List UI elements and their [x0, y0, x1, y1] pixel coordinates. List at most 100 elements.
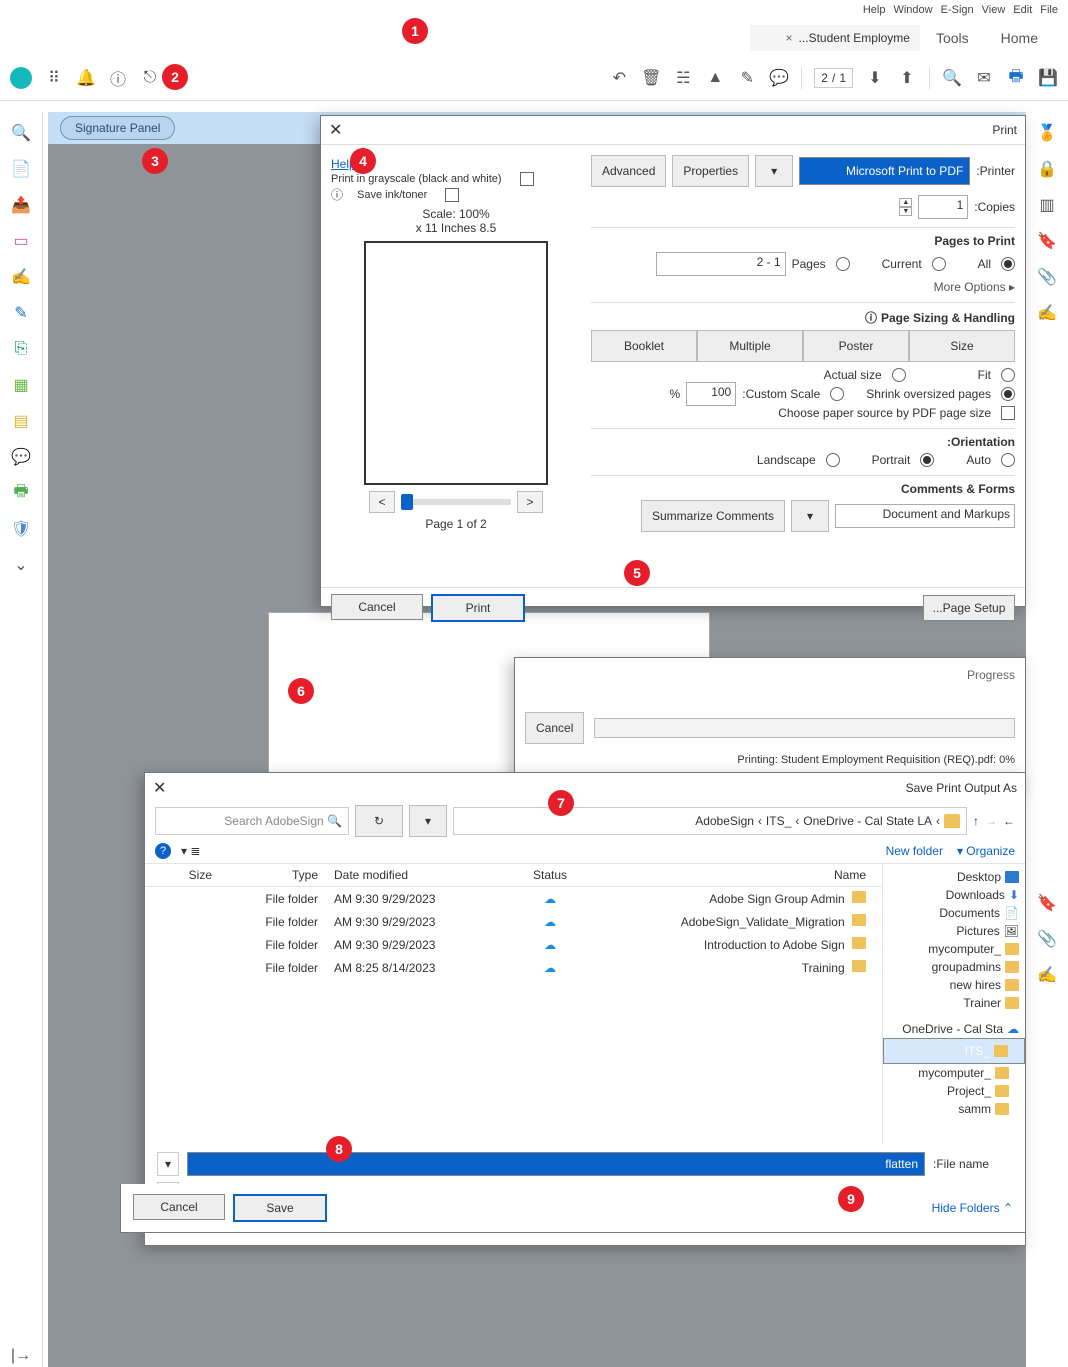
info-icon[interactable]: ⓘ [108, 68, 128, 88]
lock-icon[interactable]: 🔒 [1036, 158, 1058, 180]
print-icon[interactable]: 🖶 [1006, 68, 1026, 88]
summarize-button[interactable]: Summarize Comments [641, 500, 785, 532]
fillsign-icon[interactable]: ✎ [10, 302, 32, 324]
comments-dropdown-icon[interactable]: ▾ [791, 500, 829, 532]
nav-up-icon[interactable]: ↑ [973, 814, 979, 828]
crumb-1[interactable]: _ITS [766, 814, 791, 828]
avatar[interactable] [10, 67, 32, 89]
organize-icon[interactable]: ⎘ [10, 338, 32, 360]
filename-input[interactable]: flatten [187, 1152, 925, 1176]
grayscale-checkbox[interactable] [520, 172, 534, 186]
comments-select[interactable]: Document and Markups [835, 504, 1015, 528]
tree-documents[interactable]: 📄Documents [883, 904, 1025, 922]
seg-size-button[interactable]: Size [909, 330, 1015, 362]
print-button[interactable]: Print [431, 594, 525, 622]
custom-scale-input[interactable]: 100 [686, 382, 736, 406]
attachment2-icon[interactable]: 📎 [1036, 928, 1058, 950]
pages-range-input[interactable]: 1 - 2 [656, 252, 786, 276]
menu-help[interactable]: Help [863, 4, 886, 16]
pages-all-radio[interactable] [1001, 257, 1015, 271]
create-pdf-icon[interactable]: 📄 [10, 158, 32, 180]
shrink-radio[interactable] [1001, 387, 1015, 401]
signature2-icon[interactable]: ✍ [1036, 964, 1058, 986]
preview-slider-thumb[interactable] [401, 494, 413, 510]
search-input[interactable]: 🔍 Search AdobeSign [155, 807, 349, 835]
info-icon[interactable]: ⓘ [865, 309, 877, 326]
bookmark2-icon[interactable]: 🔖 [1036, 892, 1058, 914]
tool-a-icon[interactable]: ▦ [10, 374, 32, 396]
sign-tool-icon[interactable]: ✍ [10, 266, 32, 288]
save-close-icon[interactable]: ✕ [153, 778, 166, 798]
tree-groupadmins[interactable]: groupadmins [883, 958, 1025, 976]
delete-icon[interactable]: 🗑 [641, 68, 661, 88]
page-down-icon[interactable]: ⬇ [865, 68, 885, 88]
save-button[interactable]: Save [233, 1194, 327, 1222]
signature-panel-button[interactable]: Signature Panel [60, 116, 175, 140]
tab-tools[interactable]: Tools [920, 24, 985, 52]
nav-fwd-icon[interactable]: → [985, 814, 997, 828]
seg-booklet-button[interactable]: Booklet [591, 330, 697, 362]
close-tab-icon[interactable]: × [786, 31, 793, 45]
edit-icon[interactable]: ▭ [10, 230, 32, 252]
menu-window[interactable]: Window [893, 4, 932, 16]
choose-paper-checkbox[interactable] [1001, 406, 1015, 420]
filename-dropdown-icon[interactable]: ▾ [157, 1152, 179, 1176]
pages-current-radio[interactable] [932, 257, 946, 271]
tree-project[interactable]: _Project [883, 1082, 1025, 1100]
next-page-button[interactable]: > [369, 491, 395, 513]
actual-radio[interactable] [892, 368, 906, 382]
apps-icon[interactable]: ⠿ [44, 68, 64, 88]
tree-trainer[interactable]: Trainer [883, 994, 1025, 1012]
tree-mycomputer[interactable]: _mycomputer [883, 940, 1025, 958]
menu-file[interactable]: File [1040, 4, 1058, 16]
tree-desktop[interactable]: Desktop [883, 868, 1025, 886]
refresh-button[interactable]: ↻ [355, 805, 403, 837]
view-button[interactable]: ≣ ▾ [181, 844, 200, 858]
new-folder-button[interactable]: New folder [886, 844, 943, 858]
save-icon[interactable]: 💾 [1038, 68, 1058, 88]
pages-range-radio[interactable] [836, 257, 850, 271]
zoom-icon[interactable]: 🔍 [10, 122, 32, 144]
search-icon[interactable]: 🔍 [942, 68, 962, 88]
crumb-0[interactable]: OneDrive - Cal State LA [803, 814, 932, 828]
menu-view[interactable]: View [982, 4, 1006, 16]
saveink-info-icon[interactable]: ⓘ [331, 186, 343, 203]
copies-down-icon[interactable]: ▼ [899, 207, 912, 216]
printer-dropdown-icon[interactable]: ▾ [755, 155, 793, 187]
advanced-button[interactable]: Advanced [591, 155, 666, 187]
file-row[interactable]: Adobe Sign Group Admin☁9/29/2023 9:30 AM… [145, 887, 882, 910]
bookmark-icon[interactable]: 🔖 [1036, 230, 1058, 252]
more-options-toggle[interactable]: ▸ More Options [591, 280, 1015, 294]
seg-multiple-button[interactable]: Multiple [697, 330, 803, 362]
tree-onedrive[interactable]: ☁OneDrive - Cal Sta [883, 1020, 1025, 1038]
save-cancel-button[interactable]: Cancel [133, 1194, 225, 1220]
custom-radio[interactable] [830, 387, 844, 401]
file-list-header[interactable]: Name Status Date modified Type Size [145, 864, 882, 887]
page-up-icon[interactable]: ⬆ [897, 68, 917, 88]
printer-select[interactable]: Microsoft Print to PDF [799, 157, 970, 185]
file-row[interactable]: Introduction to Adobe Sign☁9/29/2023 9:3… [145, 933, 882, 956]
portrait-radio[interactable] [920, 453, 934, 467]
hide-folders-button[interactable]: ⌃ Hide Folders [932, 1201, 1013, 1215]
progress-cancel-button[interactable]: Cancel [525, 712, 584, 744]
share-icon[interactable]: ⎋ [140, 68, 160, 88]
stamp-icon[interactable]: ☵ [673, 68, 693, 88]
highlight-icon[interactable]: ▲ [705, 68, 725, 88]
collapse-icon[interactable]: →| [10, 1345, 32, 1367]
tree-pictures[interactable]: 🖼Pictures [883, 922, 1025, 940]
fit-radio[interactable] [1001, 368, 1015, 382]
landscape-radio[interactable] [826, 453, 840, 467]
attachment-icon[interactable]: 📎 [1036, 266, 1058, 288]
close-icon[interactable]: ✕ [329, 120, 342, 140]
tree-newhires[interactable]: new hires [883, 976, 1025, 994]
nav-back-icon[interactable]: ← [1003, 814, 1015, 828]
tree-its[interactable]: _ITS [883, 1038, 1025, 1064]
export-icon[interactable]: 📤 [10, 194, 32, 216]
auto-radio[interactable] [1001, 453, 1015, 467]
tree-downloads[interactable]: ⬇Downloads [883, 886, 1025, 904]
prev-page-button[interactable]: < [517, 491, 543, 513]
file-row[interactable]: AdobeSign_Validate_Migration☁9/29/2023 9… [145, 910, 882, 933]
chevron-down-icon[interactable]: ⌄ [10, 554, 32, 576]
tool-b-icon[interactable]: ▤ [10, 410, 32, 432]
mail-icon[interactable]: ✉ [974, 68, 994, 88]
